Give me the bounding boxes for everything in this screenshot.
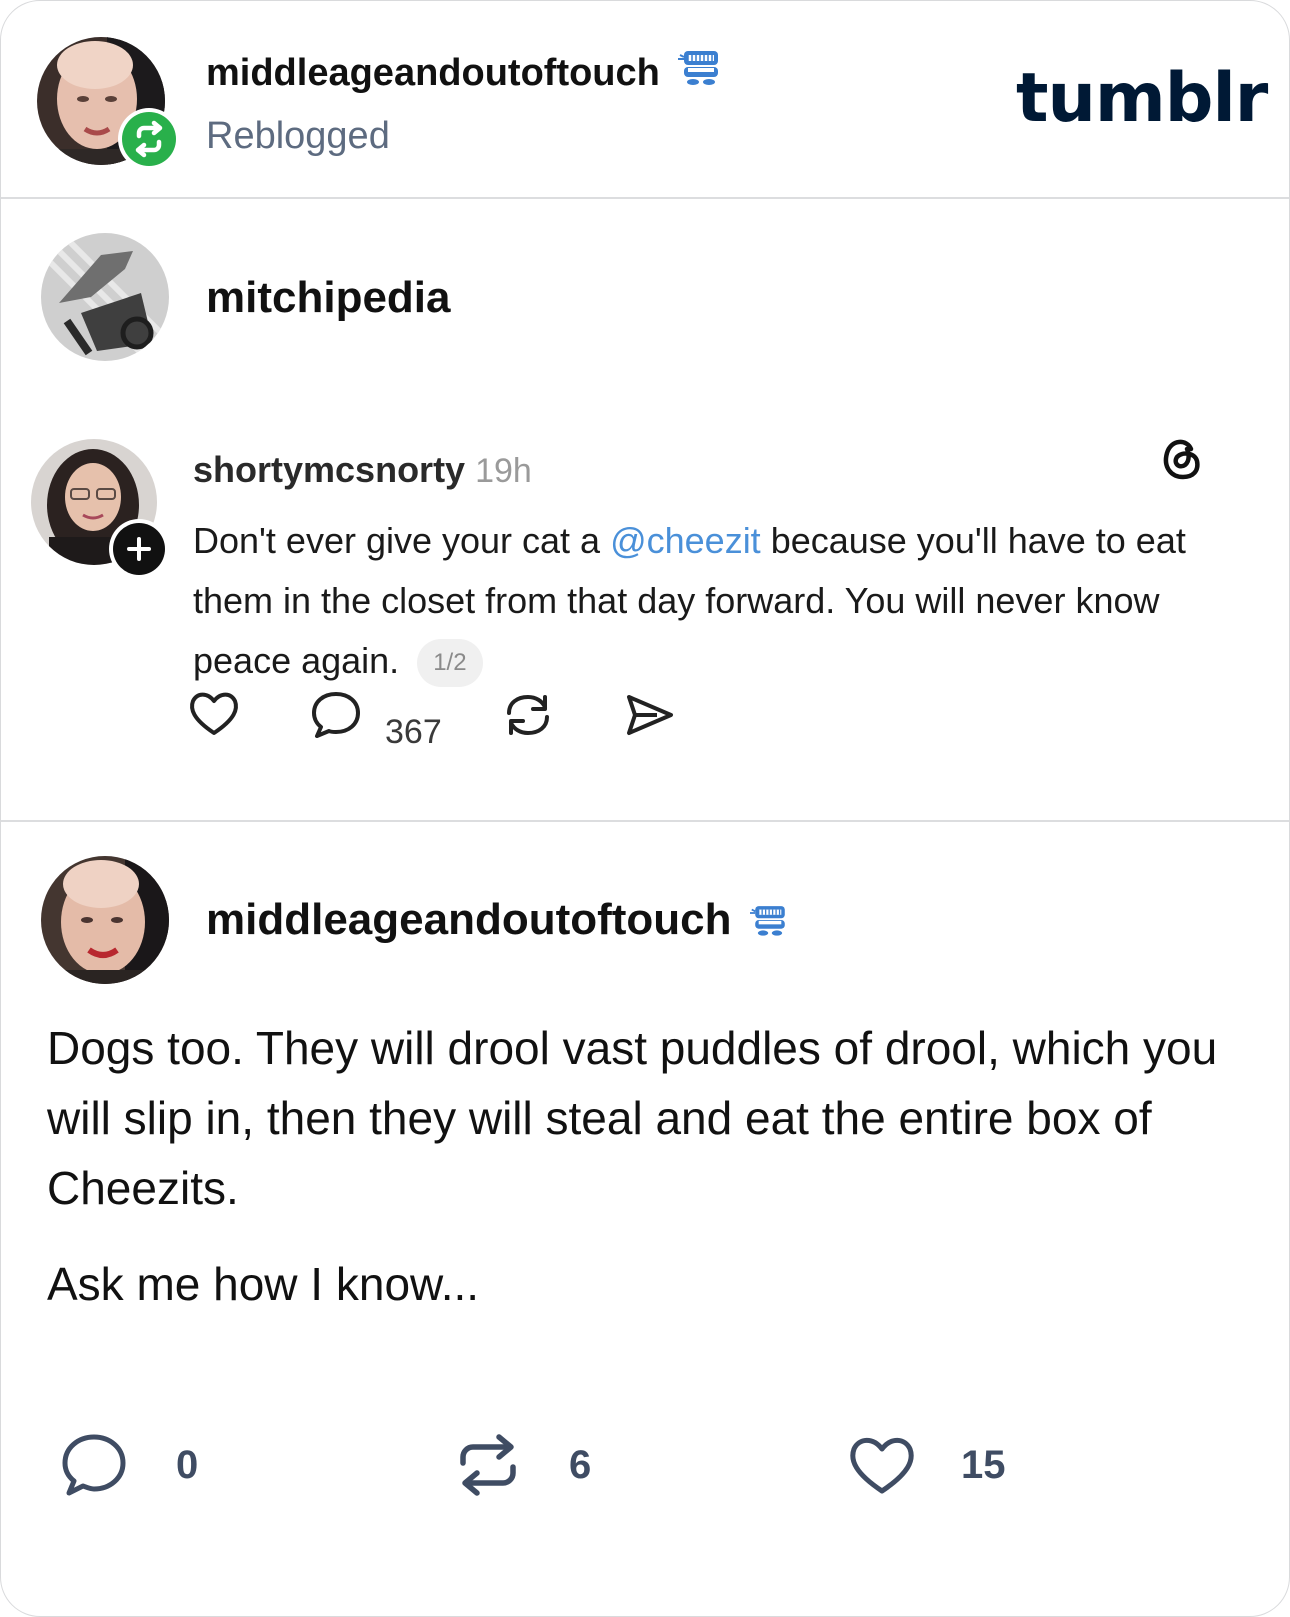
threads-username-line: shortymcsnorty 19h — [193, 449, 532, 491]
reblog-blog-name[interactable]: middleageandoutoftouch — [206, 895, 732, 944]
comment-icon[interactable] — [59, 1431, 129, 1499]
reblog-avatar[interactable] — [41, 856, 169, 984]
threads-comment-count: 367 — [385, 713, 442, 751]
threads-timestamp: 19h — [475, 452, 532, 490]
threads-like-icon[interactable] — [187, 689, 241, 739]
page-indicator: 1/2 — [417, 639, 483, 688]
like-count: 15 — [961, 1443, 1006, 1487]
source-divider — [1, 820, 1289, 822]
follow-plus-badge[interactable] — [109, 519, 169, 579]
plus-icon — [127, 537, 151, 561]
threads-repost-icon[interactable] — [501, 689, 555, 741]
mitchipedia-avatar[interactable] — [41, 233, 169, 361]
chattering-teeth-icon — [749, 906, 785, 936]
threads-icon[interactable] — [1157, 431, 1205, 483]
reblog-icon[interactable] — [453, 1429, 523, 1501]
source-blog-name[interactable]: mitchipedia — [206, 273, 451, 323]
threads-comment-icon[interactable] — [309, 689, 363, 741]
reblog-badge — [118, 108, 180, 170]
threads-share-icon[interactable] — [623, 691, 677, 739]
threads-post-text: Don't ever give your cat a @cheezit beca… — [193, 511, 1253, 691]
mention-link[interactable]: @cheezit — [610, 520, 761, 561]
chattering-teeth-icon — [678, 51, 719, 85]
header-divider — [1, 197, 1289, 199]
reblog-count: 6 — [569, 1443, 592, 1487]
threads-username[interactable]: shortymcsnorty — [193, 449, 465, 490]
reblog-paragraph-2: Ask me how I know... — [47, 1258, 480, 1310]
comment-count: 0 — [176, 1443, 199, 1487]
reblog-paragraph-1: Dogs too. They will drool vast puddles o… — [47, 1022, 1218, 1214]
reblog-blog-name-line: middleageandoutoftouch — [206, 895, 790, 945]
tumblr-logo[interactable]: tumblr — [1016, 59, 1268, 138]
like-icon[interactable] — [847, 1433, 917, 1497]
reblog-icon — [135, 120, 163, 158]
header-username[interactable]: middleageandoutoftouch — [206, 47, 724, 95]
post-card: middleageandoutoftouch Reblogged tumblr … — [0, 0, 1290, 1617]
reblogged-label: Reblogged — [206, 115, 390, 157]
